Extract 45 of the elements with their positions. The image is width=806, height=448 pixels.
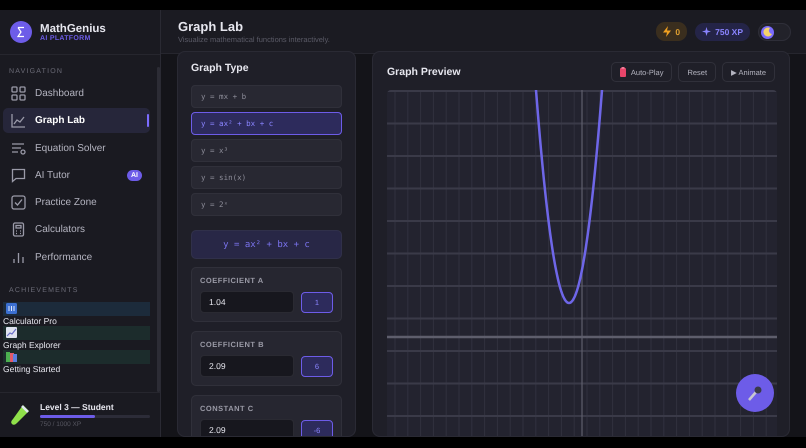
lightning-icon — [663, 26, 672, 37]
battery-icon — [620, 67, 626, 77]
nav-label: Dashboard — [35, 88, 84, 99]
coefficient-input[interactable]: 2.09 — [200, 419, 294, 436]
achievement-label: Calculator Pro — [3, 316, 58, 326]
nav-label: Equation Solver — [35, 142, 106, 154]
chart-icon — [6, 327, 17, 338]
nav-label: AI Tutor — [35, 170, 70, 181]
nav-item[interactable]: Graph Lab — [3, 108, 150, 134]
nav-item[interactable]: Equation Solver — [3, 136, 150, 161]
checkbox-icon — [11, 195, 26, 210]
sigma-logo-icon — [10, 21, 32, 43]
active-indicator — [147, 114, 149, 128]
nav-label: Graph Lab — [35, 115, 86, 126]
nav-item[interactable]: Dashboard — [3, 81, 150, 106]
test-tube-icon — [10, 404, 30, 426]
books-icon — [6, 351, 17, 362]
chat-icon — [11, 168, 26, 183]
calculator-icon — [6, 303, 17, 314]
achievement-label: Getting Started — [3, 364, 62, 374]
list-icon — [11, 140, 26, 156]
line-chart-icon — [11, 113, 26, 128]
brand-name: MathGenius — [40, 22, 106, 34]
achievement-label: Graph Explorer — [3, 340, 62, 350]
panel-title: Graph Type — [191, 62, 250, 74]
streak-count: 0 — [675, 26, 680, 36]
page-title: Graph Lab — [178, 19, 244, 34]
nav-item[interactable]: Performance — [3, 244, 150, 270]
nav-label: Performance — [35, 252, 92, 263]
nav-item[interactable]: Practice Zone — [3, 190, 150, 216]
theme-toggle[interactable] — [758, 22, 791, 40]
level-title: Level 3 — Student — [40, 402, 115, 412]
coefficient-input[interactable]: 2.09 — [200, 355, 294, 377]
coefficient-input[interactable]: 1.04 — [200, 291, 294, 313]
moon-icon — [762, 27, 772, 37]
xp-amount: 750 XP — [715, 26, 743, 36]
formula-display: y = ax² + bx + c — [191, 230, 342, 259]
grid-icon — [11, 86, 26, 101]
calculator-icon — [11, 222, 26, 238]
nav-item[interactable]: Calculators — [3, 217, 150, 242]
panel-title: Graph Preview — [387, 66, 461, 78]
microphone-icon — [747, 385, 763, 401]
nav-label: Practice Zone — [35, 197, 97, 208]
sparkle-icon — [702, 27, 712, 36]
nav-label: Calculators — [35, 224, 86, 236]
